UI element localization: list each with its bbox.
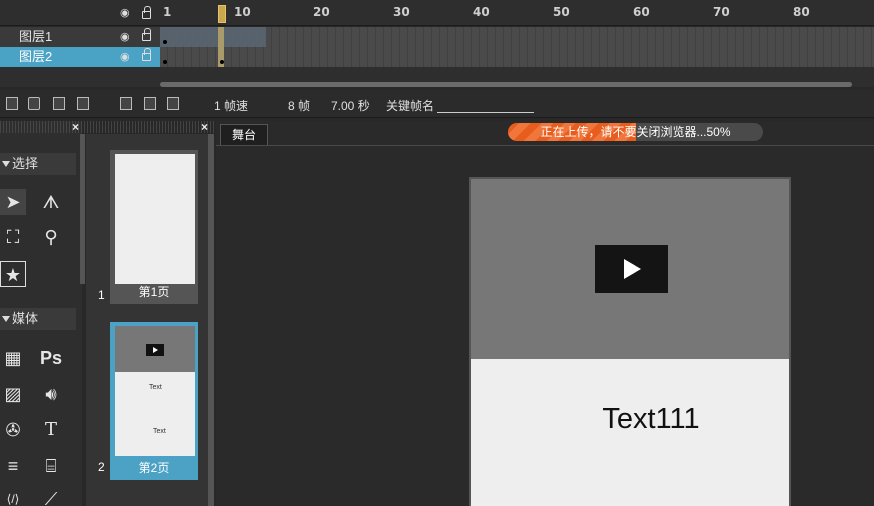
timeline-toolbar: 1 帧速 8 帧 7.00 秒 关键帧名 (0, 90, 874, 118)
ruler-tick: 30 (393, 5, 410, 19)
keyframe-name-label: 关键帧名 (386, 99, 435, 113)
editor-app: ◉ 1 10 20 30 40 50 60 70 80 图层1 ◉ 图层2 ◉ (0, 0, 874, 506)
layer-row-1[interactable]: 图层1 ◉ (0, 27, 160, 47)
frame-icon[interactable] (120, 97, 132, 110)
upload-status-text: 正在上传，请不要关闭浏览器...50% (540, 125, 731, 139)
page-thumbnail-1[interactable]: 第1页 (110, 150, 198, 304)
section-select[interactable]: 选择 (0, 153, 76, 175)
sound-icon[interactable]: 🔊︎ (38, 381, 64, 407)
panel-grip[interactable] (0, 121, 215, 133)
playhead-line (218, 47, 224, 67)
video-element[interactable] (471, 179, 789, 359)
photoshop-icon[interactable]: Ps (38, 345, 64, 371)
film-reel-icon[interactable]: ✇ (0, 417, 26, 443)
eye-icon[interactable]: ◉ (120, 6, 130, 19)
align-left-icon[interactable]: ≡ (0, 453, 26, 479)
ruler-tick: 10 (234, 5, 251, 19)
ruler-tick: 1 (163, 5, 172, 19)
tab-stage[interactable]: 舞台 (220, 124, 268, 146)
section-title: 媒体 (12, 311, 39, 326)
presentation-icon[interactable]: ⌸ (38, 453, 64, 479)
frames-track-2[interactable] (160, 47, 874, 67)
ruler-tick: 70 (713, 5, 730, 19)
eye-icon[interactable]: ◉ (120, 27, 130, 47)
add-frame-icon[interactable] (144, 97, 156, 110)
chart-icon[interactable]: ⟋ (38, 486, 64, 506)
timeline-ruler[interactable]: 1 10 20 30 40 50 60 70 80 (160, 0, 874, 26)
play-icon (146, 344, 164, 356)
page-number: 1 (98, 288, 105, 302)
pointer-icon[interactable]: ➤ (0, 189, 26, 215)
lock-icon[interactable] (142, 48, 151, 61)
eye-icon[interactable]: ◉ (120, 47, 130, 67)
keyframe-dot[interactable] (220, 60, 224, 64)
page-thumbnail-2[interactable]: Text Text 第2页 (110, 322, 198, 480)
grid-icon[interactable]: ▦ (0, 345, 26, 371)
zoom-icon[interactable]: ⚲ (38, 224, 64, 250)
lasso-icon[interactable]: ᗑ (38, 189, 64, 215)
duration-label: 7.00 秒 (331, 99, 370, 113)
keyframe-name-input[interactable] (437, 112, 534, 113)
page-label: 第1页 (138, 285, 170, 299)
lock-icon[interactable] (142, 28, 151, 41)
ruler-tick: 50 (553, 5, 570, 19)
tab-divider (216, 145, 874, 146)
thumb-text: Text (153, 428, 166, 435)
keyframe-dot[interactable] (163, 60, 167, 64)
fps-label: 1 帧速 (214, 99, 249, 113)
page-label: 第2页 (138, 461, 170, 475)
timeline-scrollbar[interactable] (160, 82, 852, 87)
upload-progress: 正在上传，请不要关闭浏览器...50% (508, 123, 763, 141)
pages-scrollbar[interactable] (208, 134, 214, 506)
remove-frame-icon[interactable] (167, 97, 179, 110)
keyframe-dot[interactable] (163, 40, 167, 44)
frames-count: 8 帧 (288, 99, 311, 113)
thumb-text: Text (149, 384, 162, 391)
text-tool-icon[interactable]: T (38, 417, 64, 443)
frames-track-1[interactable] (160, 27, 874, 47)
layer-row-2[interactable]: 图层2 ◉ (0, 47, 160, 67)
page-canvas (115, 154, 195, 284)
ruler-tick: 20 (313, 5, 330, 19)
trash-icon[interactable] (53, 97, 65, 110)
frame-span (160, 27, 266, 47)
text-tool-label: T (44, 419, 57, 440)
ruler-tick: 80 (793, 5, 810, 19)
transform-icon[interactable]: ⛶ (0, 224, 26, 250)
new-layer-icon[interactable] (6, 97, 18, 110)
ruler-tick: 40 (473, 5, 490, 19)
stage-canvas[interactable]: Text111 (469, 177, 791, 506)
ps-label: Ps (39, 348, 63, 368)
close-icon[interactable]: × (72, 120, 79, 134)
layer-name: 图层1 (19, 29, 53, 44)
ruler-tick: 60 (633, 5, 650, 19)
close-icon[interactable]: × (201, 120, 208, 134)
page-number: 2 (98, 460, 105, 474)
copy-layer-icon[interactable] (77, 97, 89, 110)
star-icon[interactable]: ★ (0, 261, 26, 287)
layer-name: 图层2 (19, 49, 53, 64)
code-icon[interactable]: ⟨/⟩ (0, 486, 26, 506)
image-icon[interactable]: ▨ (0, 381, 26, 407)
section-media[interactable]: 媒体 (0, 308, 76, 330)
canvas-text[interactable]: Text111 (471, 403, 831, 436)
folder-icon[interactable] (28, 97, 40, 110)
playhead-marker[interactable] (218, 5, 226, 23)
page-canvas: Text Text (115, 326, 195, 456)
lock-icon[interactable] (142, 6, 151, 19)
play-icon[interactable] (595, 245, 668, 293)
tools-scrollbar[interactable] (80, 134, 85, 284)
pages-panel: 第1页 1 Text Text 第2页 2 (86, 134, 210, 506)
playhead-line (218, 27, 224, 47)
section-title: 选择 (12, 156, 39, 171)
